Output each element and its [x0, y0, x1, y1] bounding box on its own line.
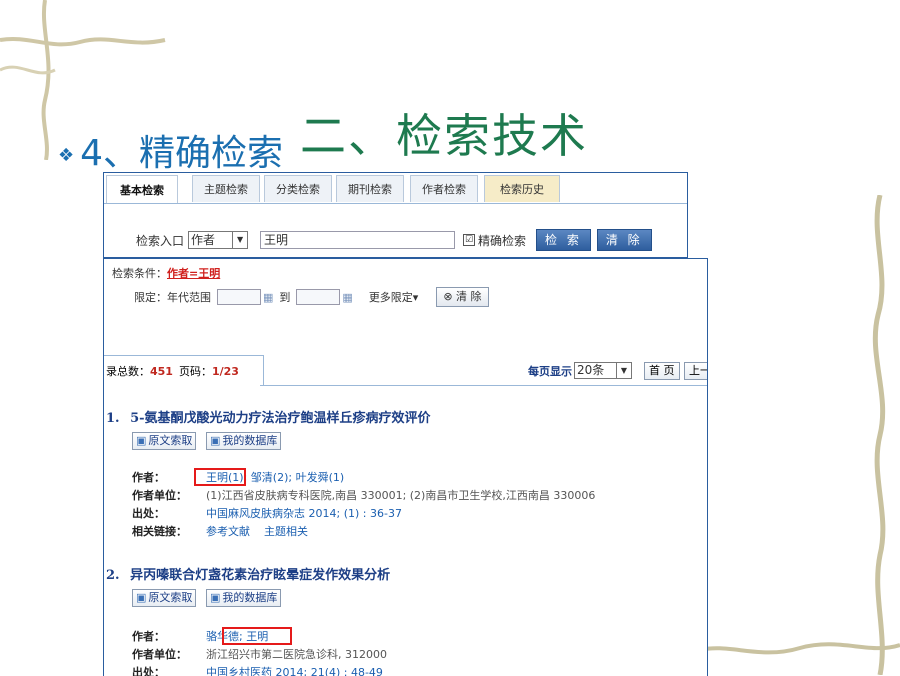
per-page-control: 每页显示 20条 ▼ — [528, 362, 632, 379]
source-row: 出处： 中国麻风皮肤病杂志 2014; (1) : 36-37 — [132, 505, 402, 521]
result-number: 1. — [106, 411, 120, 426]
document-icon: ▣ — [136, 434, 147, 447]
highlight-box — [194, 468, 246, 486]
year-to-input[interactable] — [296, 289, 341, 305]
calendar-icon[interactable]: ▦ — [342, 291, 352, 304]
result-title[interactable]: 2. 异丙嗪联合灯盏花素治疗眩晕症发作效果分析 — [106, 564, 390, 583]
tab-basic-search[interactable]: 基本检索 — [106, 175, 178, 203]
search-tabs: 基本检索 主题检索 分类检索 期刊检索 作者检索 检索历史 — [104, 173, 687, 204]
tab-search-history[interactable]: 检索历史 — [484, 175, 560, 202]
source-row: 出处： 中国乡村医药 2014; 21(4) : 48-49 — [132, 664, 383, 676]
limit-label: 限定：年代范围 — [134, 291, 211, 304]
page-number: 1/23 — [211, 364, 239, 378]
tab-subject-search[interactable]: 主题检索 — [192, 175, 260, 202]
links-row: 相关链接： 参考文献 主题相关 — [132, 523, 308, 539]
search-button[interactable]: 检 索 — [536, 229, 591, 251]
unit-value: 浙江绍兴市第二医院急诊科, 312000 — [206, 648, 387, 661]
related-topics-link[interactable]: 主题相关 — [264, 525, 308, 538]
condition-label: 检索条件： — [112, 267, 167, 280]
page-label: 页码： — [178, 365, 212, 378]
per-page-label: 每页显示 — [528, 364, 572, 378]
source-value[interactable]: 中国麻风皮肤病杂志 2014; (1) : 36-37 — [206, 507, 402, 520]
my-database-label: 我的数据库 — [222, 434, 278, 447]
calendar-icon[interactable]: ▦ — [263, 291, 273, 304]
result-title-text[interactable]: 5-氨基酮戊酸光动力疗法治疗鲍温样丘疹病疗效评价 — [130, 411, 430, 426]
document-icon: ▣ — [210, 434, 221, 447]
result-panel: 检索条件： 作者=王明 限定：年代范围 ▦ 到 ▦ 更多限定▾ ⊗ 清 除 录总… — [103, 258, 708, 676]
vine-decoration-right-icon — [872, 195, 886, 675]
limit-row: 限定：年代范围 ▦ 到 ▦ 更多限定▾ ⊗ 清 除 — [134, 287, 489, 307]
query-input[interactable]: 王明 — [260, 231, 456, 249]
field-select-value: 作者 — [191, 233, 216, 247]
tab-journal-search[interactable]: 期刊检索 — [336, 175, 404, 202]
search-condition: 检索条件： 作者=王明 — [112, 265, 220, 281]
search-row: 检索入口 作者 ▼ 王明 ☑ 精确检索 检 索 清 除 — [136, 229, 652, 251]
chevron-down-icon[interactable]: ▼ — [616, 363, 631, 378]
tab-author-search[interactable]: 作者检索 — [410, 175, 478, 202]
exact-match-label: 精确检索 — [478, 233, 527, 248]
to-label: 到 — [279, 291, 291, 304]
year-from-input[interactable] — [217, 289, 261, 305]
unit-label: 作者单位： — [132, 489, 187, 502]
entry-label: 检索入口 — [136, 233, 185, 248]
vine-decoration-bottom-right-icon — [700, 642, 900, 655]
slide-title: 二、检索技术 — [300, 109, 588, 163]
search-panel: 基本检索 主题检索 分类检索 期刊检索 作者检索 检索历史 检索入口 作者 ▼ … — [103, 172, 688, 258]
result-number: 2. — [106, 568, 120, 583]
unit-label: 作者单位： — [132, 648, 187, 661]
highlight-box — [222, 627, 292, 645]
diamond-bullet-icon: ❖ — [58, 144, 75, 166]
per-page-select[interactable]: 20条 ▼ — [574, 362, 632, 379]
author-label: 作者： — [132, 630, 165, 643]
result-title[interactable]: 1. 5-氨基酮戊酸光动力疗法治疗鲍温样丘疹病疗效评价 — [106, 407, 431, 426]
chevron-down-icon[interactable]: ▼ — [232, 232, 247, 248]
first-page-button[interactable]: 首 页 — [644, 362, 680, 380]
my-database-label: 我的数据库 — [222, 591, 278, 604]
total-label: 录总数： — [106, 365, 150, 378]
unit-row: 作者单位： (1)江西省皮肤病专科医院,南昌 330001; (2)南昌市卫生学校… — [132, 487, 595, 503]
document-icon: ▣ — [210, 591, 221, 604]
stats-divider — [260, 385, 707, 386]
my-database-button[interactable]: ▣ 我的数据库 — [206, 432, 282, 450]
stats-tab: 录总数： 451 页码： 1/23 — [104, 355, 264, 386]
clear-button[interactable]: 清 除 — [596, 229, 652, 251]
my-database-button[interactable]: ▣ 我的数据库 — [206, 589, 282, 607]
source-label: 出处： — [132, 666, 165, 676]
more-limits-dropdown[interactable]: 更多限定▾ — [369, 289, 419, 305]
prev-page-button[interactable]: 上一 — [684, 362, 707, 380]
document-icon: ▣ — [136, 591, 147, 604]
exact-match-checkbox[interactable]: ☑ — [463, 234, 476, 246]
fulltext-request-label: 原文索取 — [148, 434, 193, 447]
total-count: 451 — [150, 364, 173, 378]
links-label: 相关链接： — [132, 525, 187, 538]
authors-rest[interactable]: ; 邹清(2); 叶发舜(1) — [244, 471, 345, 484]
field-select[interactable]: 作者 ▼ — [188, 231, 249, 249]
source-label: 出处： — [132, 507, 165, 520]
references-link[interactable]: 参考文献 — [206, 525, 250, 538]
result-title-text[interactable]: 异丙嗪联合灯盏花素治疗眩晕症发作效果分析 — [130, 568, 390, 583]
fulltext-request-button[interactable]: ▣ 原文索取 — [132, 589, 197, 607]
unit-row: 作者单位： 浙江绍兴市第二医院急诊科, 312000 — [132, 646, 387, 662]
unit-value: (1)江西省皮肤病专科医院,南昌 330001; (2)南昌市卫生学校,江西南昌… — [206, 489, 596, 502]
fulltext-request-button[interactable]: ▣ 原文索取 — [132, 432, 197, 450]
tab-category-search[interactable]: 分类检索 — [264, 175, 332, 202]
fulltext-request-label: 原文索取 — [148, 591, 193, 604]
bullet-heading-text: 4、精确检索 — [80, 133, 284, 174]
per-page-value: 20条 — [577, 363, 605, 377]
filter-clear-button[interactable]: ⊗ 清 除 — [436, 287, 489, 307]
bullet-heading: ❖ 4、精确检索 — [58, 124, 283, 176]
condition-value[interactable]: 作者=王明 — [167, 265, 220, 281]
